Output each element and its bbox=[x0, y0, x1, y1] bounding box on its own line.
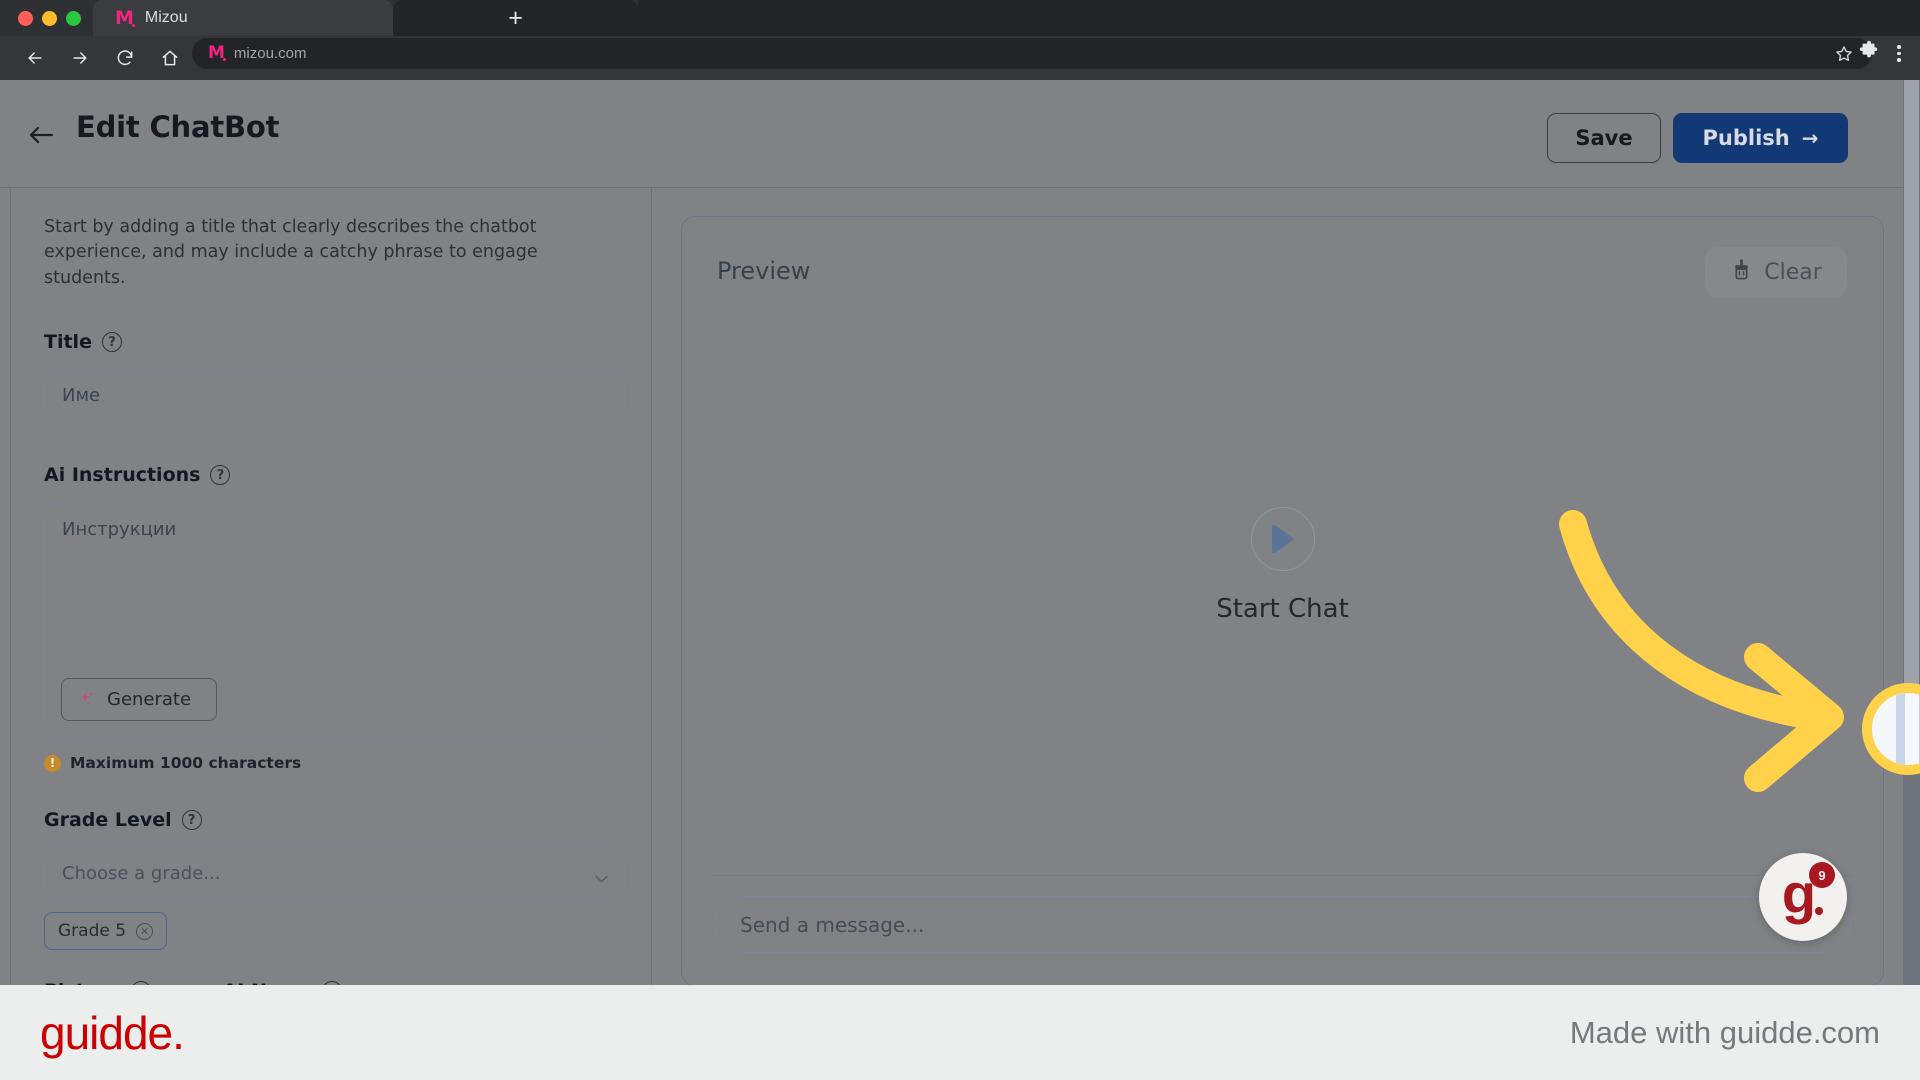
minimize-window-button[interactable] bbox=[42, 10, 57, 26]
brush-icon bbox=[1730, 258, 1753, 287]
max-characters-note: ! Maximum 1000 characters bbox=[44, 754, 621, 772]
grade-chip[interactable]: Grade 5 ✕ bbox=[44, 912, 168, 951]
back-navigation-icon[interactable] bbox=[28, 124, 54, 146]
close-circle-icon[interactable]: ✕ bbox=[136, 922, 154, 940]
exclamation-icon: ! bbox=[44, 754, 61, 772]
three-dots-icon[interactable] bbox=[1888, 45, 1910, 62]
tab-strip: M Mizou + bbox=[0, 0, 1920, 36]
play-icon[interactable] bbox=[1250, 507, 1315, 571]
guidde-footer: guidde. Made with guidde.com bbox=[0, 985, 1920, 1080]
generate-button[interactable]: Generate bbox=[61, 678, 217, 722]
save-button[interactable]: Save bbox=[1547, 113, 1661, 163]
arrow-right-icon: → bbox=[1801, 126, 1819, 150]
instructions-textarea[interactable]: Инструкции Generate bbox=[44, 502, 622, 738]
grade-label-text: Grade Level bbox=[44, 809, 172, 832]
guidde-widget-badge: 9 bbox=[1809, 862, 1835, 888]
help-icon[interactable]: ? bbox=[210, 465, 231, 486]
instructions-label-text: Ai Instructions bbox=[44, 464, 201, 487]
chat-divider bbox=[712, 874, 1853, 876]
guidde-widget-button[interactable]: g 9 bbox=[1759, 853, 1847, 941]
grade-chip-label: Grade 5 bbox=[58, 921, 127, 942]
guidde-widget-dot bbox=[1815, 907, 1823, 915]
message-input[interactable]: Send a message... bbox=[714, 896, 1851, 953]
generate-button-label: Generate bbox=[107, 689, 192, 711]
form-intro-text: Start by adding a title that clearly des… bbox=[44, 217, 538, 288]
instructions-placeholder: Инструкции bbox=[62, 519, 177, 541]
page-scrollbar[interactable] bbox=[1903, 80, 1920, 985]
preview-title: Preview bbox=[717, 257, 811, 285]
title-label-text: Title bbox=[44, 331, 92, 354]
help-icon[interactable]: ? bbox=[181, 810, 202, 831]
chatbot-form-panel: Start by adding a title that clearly des… bbox=[12, 187, 652, 985]
site-favicon-icon: M bbox=[208, 43, 226, 63]
forward-icon[interactable] bbox=[69, 47, 91, 69]
max-characters-text: Maximum 1000 characters bbox=[70, 754, 302, 773]
page-title: Edit ChatBot bbox=[76, 110, 280, 144]
navigation-controls bbox=[24, 47, 181, 69]
tab-strip-background bbox=[638, 0, 1920, 36]
clear-button-label: Clear bbox=[1764, 260, 1822, 285]
guidde-logo: guidde. bbox=[40, 1006, 185, 1059]
reload-icon[interactable] bbox=[114, 47, 136, 69]
app-page: Edit ChatBot Save Publish → Start by add… bbox=[0, 80, 1920, 985]
close-window-button[interactable] bbox=[18, 10, 33, 26]
new-tab-button[interactable]: + bbox=[393, 0, 638, 36]
made-with-guidde-text: Made with guidde.com bbox=[1569, 1014, 1880, 1050]
puzzle-icon[interactable] bbox=[1858, 40, 1880, 67]
clear-button[interactable]: Clear bbox=[1705, 247, 1847, 298]
instructions-field-label: Ai Instructions ? bbox=[44, 464, 621, 486]
left-rail bbox=[0, 187, 11, 985]
title-field-label: Title ? bbox=[44, 331, 621, 353]
preview-panel: Preview Clear Start Chat Send a message.… bbox=[653, 187, 1920, 985]
browser-chrome: M Mizou + M mizou.com bbox=[0, 0, 1920, 80]
app-header: Edit ChatBot Save Publish → bbox=[0, 80, 1900, 187]
tab-title: Mizou bbox=[144, 9, 188, 26]
grade-level-select[interactable]: Choose a grade... bbox=[44, 847, 625, 900]
start-chat-block[interactable]: Start Chat bbox=[682, 507, 1883, 624]
chevron-down-icon bbox=[595, 867, 608, 883]
sparkle-icon bbox=[78, 690, 98, 710]
address-bar[interactable]: M mizou.com bbox=[192, 38, 1872, 69]
browser-tab-mizou[interactable]: M Mizou bbox=[93, 0, 393, 36]
back-icon[interactable] bbox=[24, 47, 46, 69]
home-icon[interactable] bbox=[159, 47, 181, 69]
preview-card: Preview Clear Start Chat Send a message.… bbox=[681, 216, 1884, 985]
help-icon[interactable]: ? bbox=[101, 332, 122, 353]
grade-field-label: Grade Level ? bbox=[44, 809, 621, 831]
mizou-favicon-icon: M bbox=[115, 6, 135, 29]
grade-select-placeholder: Choose a grade... bbox=[62, 862, 221, 884]
content-area: Start by adding a title that clearly des… bbox=[0, 187, 1920, 985]
title-input[interactable]: Име bbox=[44, 369, 625, 422]
browser-toolbar-right bbox=[1830, 38, 1910, 69]
page-scrollbar-thumb[interactable] bbox=[1904, 80, 1919, 720]
maximize-window-button[interactable] bbox=[66, 10, 81, 26]
start-chat-label: Start Chat bbox=[1216, 594, 1349, 624]
address-bar-url: mizou.com bbox=[233, 45, 307, 62]
publish-button[interactable]: Publish → bbox=[1673, 113, 1848, 163]
publish-button-label: Publish bbox=[1702, 126, 1790, 150]
